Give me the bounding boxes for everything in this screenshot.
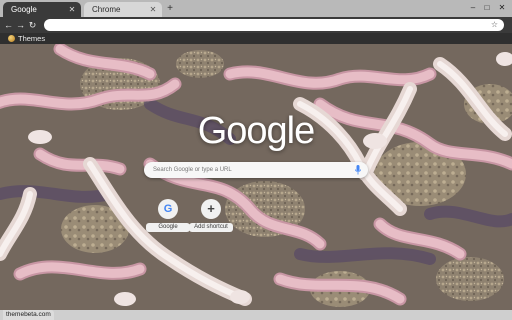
- toolbar: ← → ↻ ☆: [0, 17, 512, 33]
- tab-google[interactable]: Google ✕: [3, 2, 81, 17]
- tab-title: Chrome: [92, 5, 121, 14]
- tab-chrome[interactable]: Chrome ✕: [84, 2, 162, 17]
- plus-icon: +: [201, 199, 221, 219]
- tab-strip: Google ✕ Chrome ✕ + – □ ✕: [0, 0, 512, 17]
- new-tab-page: Google Search Google or type a URL G Goo…: [0, 44, 512, 310]
- status-bar: themebeta.com: [0, 310, 512, 320]
- close-icon[interactable]: ✕: [67, 5, 77, 14]
- shortcut-label: Add shortcut: [189, 223, 233, 232]
- new-tab-icon[interactable]: +: [164, 3, 176, 15]
- arrow-left-icon[interactable]: ←: [3, 19, 14, 31]
- search-box[interactable]: Search Google or type a URL: [144, 162, 368, 178]
- minimize-icon[interactable]: –: [468, 3, 478, 13]
- status-url: themebeta.com: [3, 310, 54, 320]
- shortcut-google[interactable]: G Google: [146, 199, 190, 232]
- reload-icon[interactable]: ↻: [27, 19, 38, 31]
- theme-icon: [8, 35, 15, 42]
- omnibox[interactable]: ☆: [44, 19, 504, 31]
- star-icon[interactable]: ☆: [491, 19, 498, 31]
- add-shortcut-button[interactable]: + Add shortcut: [189, 199, 233, 232]
- bookmarks-bar: Themes: [0, 33, 512, 44]
- shortcut-label: Google: [146, 223, 190, 232]
- microphone-icon[interactable]: [355, 165, 361, 175]
- bookmark-label: Themes: [18, 34, 46, 43]
- arrow-right-icon[interactable]: →: [15, 19, 26, 31]
- close-icon[interactable]: ✕: [148, 5, 158, 14]
- search-placeholder: Search Google or type a URL: [153, 167, 232, 173]
- google-logo: Google: [197, 110, 316, 152]
- bookmark-themes[interactable]: Themes: [8, 33, 45, 44]
- maximize-icon[interactable]: □: [482, 3, 492, 13]
- window-close-icon[interactable]: ✕: [497, 3, 507, 13]
- tab-title: Google: [11, 5, 37, 14]
- google-icon: G: [158, 199, 178, 219]
